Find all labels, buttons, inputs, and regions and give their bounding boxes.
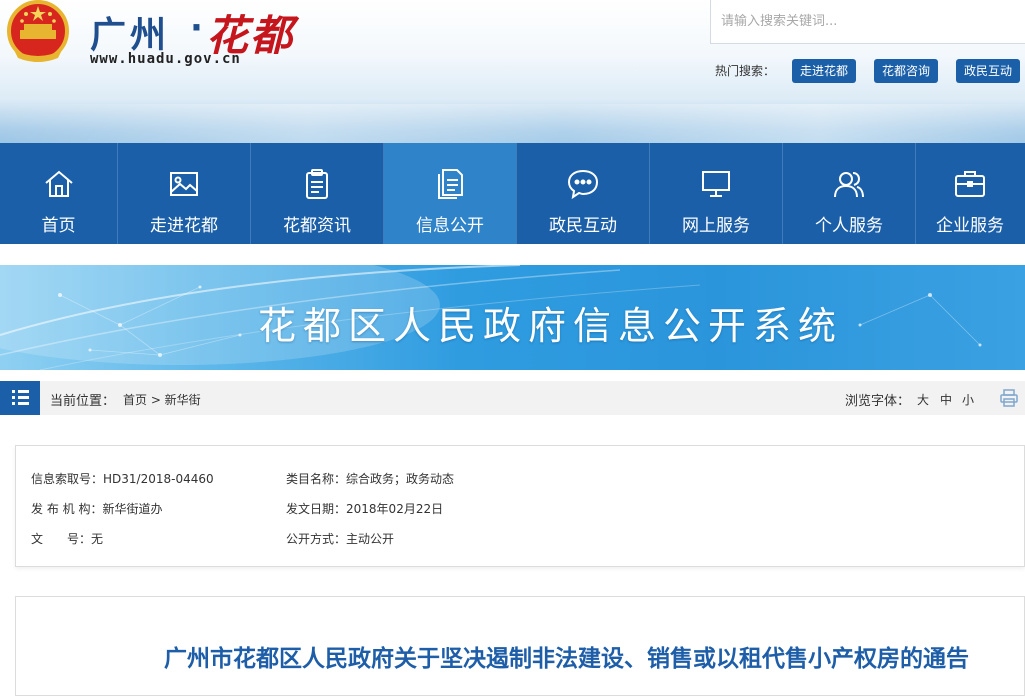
font-size-large[interactable]: 大 (917, 391, 929, 408)
briefcase-icon (955, 171, 985, 197)
chat-icon (567, 169, 599, 200)
nav-item-qiye[interactable]: 企业服务 (916, 143, 1024, 244)
main-nav: 首页 走进花都 花都资讯 信息公开 政民互动 网上服务 个人服务 企业服务 (0, 143, 1025, 244)
home-icon (44, 170, 73, 197)
font-size-small[interactable]: 小 (962, 391, 974, 408)
hot-tag-hudong[interactable]: 政民互动 (956, 59, 1021, 83)
hot-search-label: 热门搜索： (715, 64, 776, 78)
info-category: 类目名称：综合政务；政务动态 (286, 470, 454, 487)
national-emblem-icon[interactable] (4, 0, 72, 66)
article-panel: 广州市花都区人民政府关于坚决遏制非法建设、销售或以租代售小产权房的通告 (15, 596, 1025, 696)
nav-item-home[interactable]: 首页 (0, 143, 118, 244)
print-icon[interactable] (999, 388, 1019, 408)
nav-label: 企业服务 (936, 216, 1004, 236)
location-label: 当前位置： (50, 394, 116, 409)
nav-item-zixun[interactable]: 花都资讯 (251, 143, 384, 244)
info-value: 无 (91, 532, 104, 546)
banner-title: 花都区人民政府信息公开系统 (258, 304, 844, 348)
info-key: 发 布 机 构： (31, 502, 103, 516)
site-header: 广州 · 花都 www.huadu.gov.cn 热门搜索： 走进花都 花都咨询… (0, 0, 1025, 143)
nav-label: 政民互动 (549, 216, 617, 236)
info-key: 公开方式： (286, 532, 347, 546)
info-doc-no: 文 号：无 (31, 530, 103, 547)
nav-label: 网上服务 (682, 216, 750, 236)
monitor-icon (702, 171, 730, 197)
info-date: 发文日期：2018年02月22日 (286, 500, 443, 517)
nav-item-wangshang[interactable]: 网上服务 (650, 143, 783, 244)
nav-item-hudong[interactable]: 政民互动 (517, 143, 650, 244)
info-key: 文 号： (31, 532, 92, 546)
page-banner: 花都区人民政府信息公开系统 (0, 265, 1025, 370)
nav-label: 走进花都 (150, 216, 218, 236)
search-box[interactable] (710, 0, 1025, 44)
info-value: 2018年02月22日 (346, 502, 444, 516)
info-open-mode: 公开方式：主动公开 (286, 530, 394, 547)
nav-item-geren[interactable]: 个人服务 (783, 143, 916, 244)
document-icon (438, 169, 463, 199)
info-key: 信息索取号： (31, 472, 104, 486)
hot-tag-zixun[interactable]: 花都咨询 (874, 59, 939, 83)
info-value: 新华街道办 (102, 502, 163, 516)
info-key: 发文日期： (286, 502, 347, 516)
info-value: HD31/2018-04460 (103, 472, 214, 486)
location-bar: 当前位置： 首页 > 新华街 浏览字体： 大 中 小 (0, 381, 1025, 415)
list-menu-icon (12, 390, 29, 405)
menu-button[interactable] (0, 381, 40, 415)
info-value: 综合政务；政务动态 (346, 472, 455, 486)
info-value: 主动公开 (346, 532, 395, 546)
logo-url[interactable]: www.huadu.gov.cn (90, 51, 241, 67)
nav-label: 花都资讯 (283, 216, 351, 236)
header-cloud-decoration (0, 104, 1025, 143)
hot-tag-zoujin[interactable]: 走进花都 (792, 59, 857, 83)
picture-icon (170, 172, 198, 196)
users-icon (834, 172, 864, 198)
info-publisher: 发 布 机 构：新华街道办 (31, 500, 162, 517)
search-input[interactable] (711, 0, 1025, 43)
clipboard-icon (306, 169, 328, 199)
nav-item-xinxi[interactable]: 信息公开 (384, 143, 517, 244)
logo-dot: · (190, 8, 203, 48)
nav-label: 首页 (41, 216, 76, 236)
font-size-label: 浏览字体： (845, 394, 911, 409)
nav-item-zoujin[interactable]: 走进花都 (118, 143, 251, 244)
article-title: 广州市花都区人民政府关于坚决遏制非法建设、销售或以租代售小产权房的通告 (164, 646, 969, 672)
font-size-medium[interactable]: 中 (940, 391, 952, 408)
nav-label: 信息公开 (416, 216, 484, 236)
breadcrumb[interactable]: 首页 > 新华街 (123, 391, 201, 408)
document-info-panel: 信息索取号：HD31/2018-04460 类目名称：综合政务；政务动态 发 布… (15, 445, 1025, 567)
info-index-no: 信息索取号：HD31/2018-04460 (31, 470, 214, 487)
info-key: 类目名称： (286, 472, 347, 486)
nav-label: 个人服务 (815, 216, 883, 236)
